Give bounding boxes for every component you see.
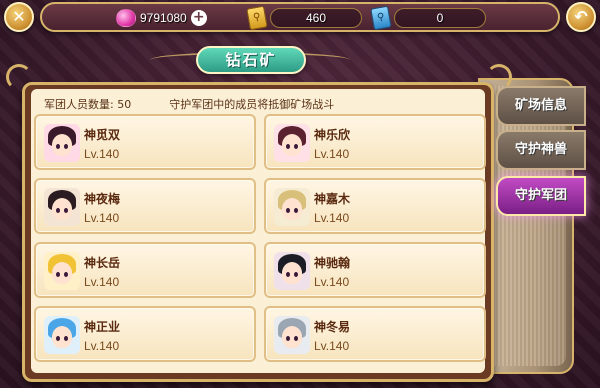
- close-icon: ✕: [12, 7, 26, 26]
- avatar: [44, 188, 80, 226]
- avatar: [44, 252, 80, 290]
- add-diamond-button[interactable]: +: [190, 10, 207, 26]
- member-name: 神驰翰: [314, 256, 351, 270]
- tab-mine-info[interactable]: 矿场信息: [496, 86, 586, 126]
- gold-ticket-counter: ⚲ 460: [246, 5, 362, 31]
- member-name: 神正业: [84, 320, 121, 334]
- info-description: 守护军团中的成员将抵御矿场战斗: [169, 98, 335, 111]
- avatar: [44, 316, 80, 354]
- member-name: 神嘉木: [314, 192, 351, 206]
- avatar: [274, 252, 310, 290]
- member-card[interactable]: 神夜梅 Lv.140: [34, 178, 256, 234]
- member-card[interactable]: 神长岳 Lv.140: [34, 242, 256, 298]
- resource-bar: 9791080 + ⚲ 460 ⚲ 0: [40, 2, 560, 32]
- back-button[interactable]: ↶: [566, 2, 596, 32]
- member-name: 神长岳: [84, 256, 121, 270]
- member-level: Lv.140: [314, 147, 350, 161]
- info-line: 军团人员数量: 50 守护军团中的成员将抵御矿场战斗: [44, 96, 334, 112]
- member-grid: 神觅双 Lv.140 神乐欣 Lv.140 神夜梅 Lv.140 神嘉木 Lv.…: [34, 114, 486, 372]
- member-card[interactable]: 神驰翰 Lv.140: [264, 242, 486, 298]
- member-level: Lv.140: [314, 339, 350, 353]
- page-title: 钻石矿: [196, 46, 306, 74]
- member-name: 神夜梅: [84, 192, 121, 206]
- member-name: 神乐欣: [314, 128, 351, 142]
- member-card[interactable]: 神正业 Lv.140: [34, 306, 256, 362]
- tab-guardian-beast[interactable]: 守护神兽: [496, 130, 586, 170]
- avatar: [274, 316, 310, 354]
- member-name: 神冬易: [314, 320, 351, 334]
- gem-icon: [116, 9, 136, 27]
- avatar: [44, 124, 80, 162]
- member-count: 军团人员数量: 50: [44, 98, 132, 111]
- tab-guardian-legion[interactable]: 守护军团: [496, 176, 586, 216]
- gold-ticket-icon: ⚲: [246, 5, 268, 31]
- blue-ticket-value: 0: [436, 11, 444, 25]
- member-card[interactable]: 神嘉木 Lv.140: [264, 178, 486, 234]
- close-button[interactable]: ✕: [4, 2, 34, 32]
- member-level: Lv.140: [84, 275, 120, 289]
- member-level: Lv.140: [84, 147, 120, 161]
- gold-ticket-value: 460: [305, 11, 327, 25]
- avatar: [274, 124, 310, 162]
- member-name: 神觅双: [84, 128, 121, 142]
- blue-ticket-icon: ⚲: [370, 5, 392, 31]
- member-level: Lv.140: [84, 211, 120, 225]
- member-level: Lv.140: [314, 275, 350, 289]
- back-icon: ↶: [574, 7, 588, 26]
- member-card[interactable]: 神觅双 Lv.140: [34, 114, 256, 170]
- blue-ticket-counter: ⚲ 0: [370, 5, 486, 31]
- member-level: Lv.140: [314, 211, 350, 225]
- diamond-value: 9791080: [140, 11, 187, 25]
- member-card[interactable]: 神冬易 Lv.140: [264, 306, 486, 362]
- member-level: Lv.140: [84, 339, 120, 353]
- avatar: [274, 188, 310, 226]
- member-card[interactable]: 神乐欣 Lv.140: [264, 114, 486, 170]
- diamond-counter: 9791080 +: [116, 7, 207, 29]
